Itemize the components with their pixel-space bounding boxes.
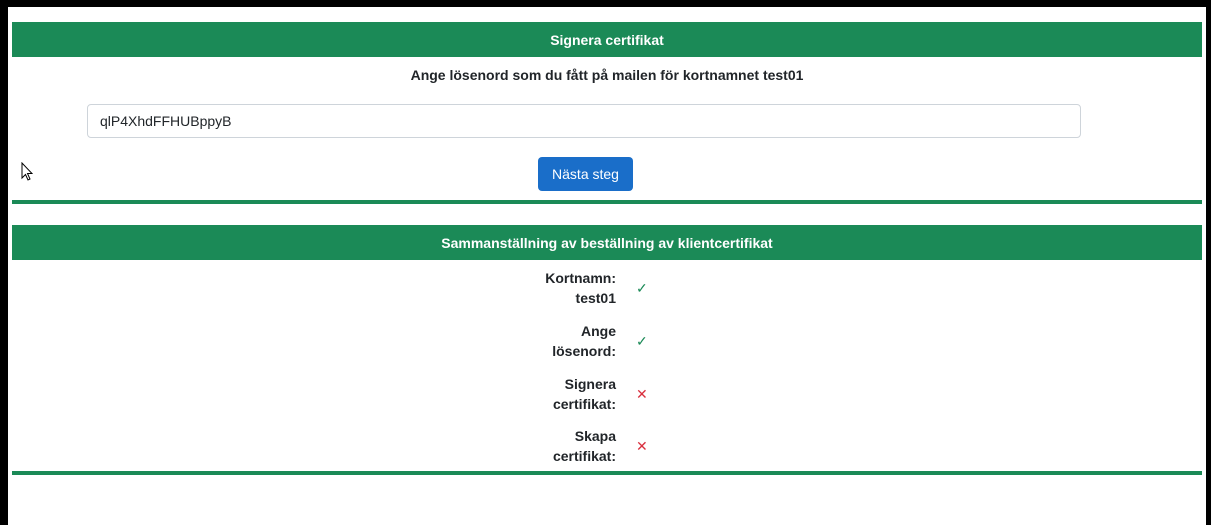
cross-icon: ✕: [636, 386, 648, 402]
sign-certificate-title: Signera certifikat: [550, 31, 664, 48]
summary-item-label: Kortnamn: test01: [545, 270, 616, 306]
panel-divider: [12, 471, 1202, 475]
summary-item-kortnamn: Kortnamn: test01 ✓: [498, 268, 648, 308]
summary-item-signera-certifikat: Signera certifikat: ✕: [498, 374, 648, 414]
page-frame: Signera certifikat Ange lösenord som du …: [8, 7, 1206, 525]
summary-header: Sammanställning av beställning av klient…: [12, 225, 1202, 260]
panel-divider: [12, 200, 1202, 204]
summary-item-label: Ange lösenord:: [552, 323, 616, 359]
mouse-cursor-icon: [21, 162, 33, 181]
cross-icon: ✕: [636, 438, 648, 454]
summary-title: Sammanställning av beställning av klient…: [441, 234, 773, 251]
next-step-button[interactable]: Nästa steg: [538, 157, 633, 191]
check-icon: ✓: [636, 333, 648, 349]
check-icon: ✓: [636, 280, 648, 296]
summary-item-label: Skapa certifikat:: [552, 428, 616, 464]
summary-item-label: Signera certifikat:: [552, 376, 616, 412]
summary-item-skapa-certifikat: Skapa certifikat: ✕: [498, 426, 648, 466]
password-input[interactable]: [87, 104, 1081, 138]
summary-item-ange-losenord: Ange lösenord: ✓: [498, 321, 648, 361]
sign-certificate-header: Signera certifikat: [12, 22, 1202, 57]
password-instruction: Ange lösenord som du fått på mailen för …: [410, 67, 804, 83]
